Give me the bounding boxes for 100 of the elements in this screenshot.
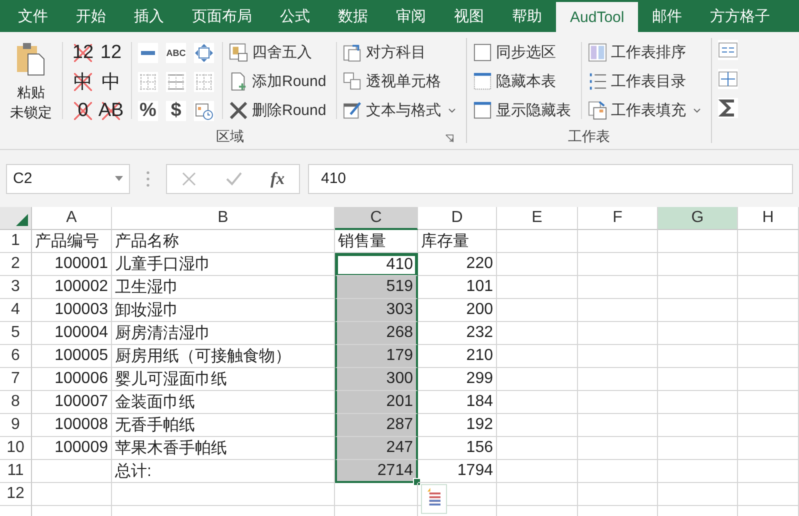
row-header[interactable]: 11	[0, 460, 32, 483]
ribbon-tab[interactable]: 开始	[62, 0, 120, 32]
table-cell: 总计:	[112, 460, 335, 483]
table-cell: 儿童手口湿巾	[112, 253, 335, 276]
ribbon-button[interactable]: 工作表排序	[588, 38, 706, 67]
fill-handle[interactable]	[413, 478, 421, 486]
table-cell: 268	[335, 322, 418, 345]
ribbon-tab[interactable]: 审阅	[382, 0, 440, 32]
move-icon[interactable]	[194, 42, 214, 62]
column-header[interactable]: E	[497, 207, 578, 230]
table-cell: 100004	[32, 322, 112, 345]
split-columns-icon[interactable]	[718, 69, 738, 89]
format-toggle[interactable]: 中	[97, 67, 125, 96]
table-cell: 卫生湿巾	[112, 276, 335, 299]
row-header[interactable]: 2	[0, 253, 32, 276]
column-header[interactable]: G	[658, 207, 738, 230]
ribbon-button[interactable]: 显示隐藏表	[473, 96, 576, 125]
ribbon-button[interactable]: 工作表填充	[588, 96, 706, 125]
table-cell	[738, 391, 799, 414]
column-header[interactable]: D	[418, 207, 497, 230]
ribbon-tab[interactable]: 帮助	[498, 0, 556, 32]
paste-button[interactable]: 粘贴 未锁定	[0, 38, 56, 125]
row-header[interactable]: 4	[0, 299, 32, 322]
calendar-clock-icon[interactable]	[194, 100, 214, 120]
dropdown-icon	[693, 108, 702, 113]
table-cell: 产品编号	[32, 230, 112, 253]
minus-icon[interactable]	[138, 42, 158, 62]
row-header[interactable]: 5	[0, 322, 32, 345]
row-header[interactable]: 10	[0, 437, 32, 460]
table-cell: 179	[335, 345, 418, 368]
formula-field[interactable]: 410	[308, 164, 793, 194]
numbered-list-icon	[588, 72, 608, 91]
table-cell: 100006	[32, 368, 112, 391]
ribbon-tab[interactable]: 页面布局	[178, 0, 266, 32]
tool-button[interactable]: %	[138, 100, 158, 120]
sheets-fill-icon	[588, 101, 608, 120]
ribbon-button[interactable]: 添加Round	[229, 67, 330, 96]
table-cell: 100002	[32, 276, 112, 299]
row-header[interactable]: 1	[0, 230, 32, 253]
tool-button[interactable]: ABC	[166, 42, 186, 62]
table-cell	[738, 230, 799, 253]
align-icon[interactable]	[718, 40, 738, 60]
table-cell: 303	[335, 299, 418, 322]
row-header[interactable]: 3	[0, 276, 32, 299]
ribbon-tab[interactable]: 文件	[4, 0, 62, 32]
name-box[interactable]: C2	[6, 164, 130, 194]
ribbon-tab[interactable]: 公式	[266, 0, 324, 32]
table-cell	[738, 322, 799, 345]
table-cell: 300	[335, 368, 418, 391]
select-all-icon[interactable]	[16, 214, 28, 226]
grid-icon[interactable]	[166, 72, 186, 92]
ribbon-button[interactable]: 透视单元格	[343, 67, 460, 96]
ribbon-button[interactable]: 工作表目录	[588, 67, 706, 96]
row-header[interactable]: 9	[0, 414, 32, 437]
table-cell: 100007	[32, 391, 112, 414]
sum-icon[interactable]	[718, 98, 738, 118]
table-arrow-icon	[343, 43, 362, 62]
row-header[interactable]: 6	[0, 345, 32, 368]
insert-function-button[interactable]: fx	[270, 168, 285, 188]
table-cell: 184	[418, 391, 497, 414]
table-cell: 库存量	[418, 230, 497, 253]
table-cell: 210	[418, 345, 497, 368]
ribbon-tab[interactable]: 邮件	[638, 0, 696, 32]
ribbon-button[interactable]: 四舍五入	[229, 38, 330, 67]
drag-handle-icon[interactable]	[146, 170, 150, 188]
table-cell	[738, 276, 799, 299]
ribbon-button[interactable]: 对方科目	[343, 38, 460, 67]
table-cell: 200	[418, 299, 497, 322]
ribbon-button[interactable]: 删除Round	[229, 96, 330, 125]
column-header[interactable]: H	[738, 207, 799, 230]
table-cell: 247	[335, 437, 418, 460]
group-label: 区域	[216, 128, 244, 146]
table-cell: 299	[418, 368, 497, 391]
ribbon-button[interactable]: 文本与格式	[343, 96, 460, 125]
table-cell	[738, 460, 799, 483]
column-header[interactable]: A	[32, 207, 112, 230]
ribbon-tab[interactable]: 插入	[120, 0, 178, 32]
check-icon[interactable]	[226, 170, 242, 186]
ribbon-tab[interactable]: 视图	[440, 0, 498, 32]
row-header[interactable]: 12	[0, 483, 32, 506]
column-header[interactable]: C	[335, 207, 418, 230]
ribbon-tab[interactable]: AudTool	[556, 2, 638, 32]
row-header[interactable]: 8	[0, 391, 32, 414]
ribbon-button[interactable]: 隐藏本表	[473, 67, 576, 96]
ribbon-tab[interactable]: 方方格子	[696, 0, 784, 32]
column-header[interactable]: F	[578, 207, 658, 230]
format-toggle[interactable]: 12	[97, 38, 125, 67]
table-percent-icon	[229, 43, 248, 62]
column-header[interactable]: B	[112, 207, 335, 230]
table-cell: 100003	[32, 299, 112, 322]
table-cell: 201	[335, 391, 418, 414]
quick-analysis-icon[interactable]	[421, 484, 447, 514]
add-page-icon	[229, 72, 248, 91]
tool-button[interactable]: $	[166, 100, 186, 120]
table-cell: 156	[418, 437, 497, 460]
dialog-launcher-icon[interactable]	[445, 134, 454, 143]
dropdown-icon	[448, 108, 456, 113]
ribbon-button[interactable]: 同步选区	[473, 38, 576, 67]
ribbon-tab[interactable]: 数据	[324, 0, 382, 32]
row-header[interactable]: 7	[0, 368, 32, 391]
